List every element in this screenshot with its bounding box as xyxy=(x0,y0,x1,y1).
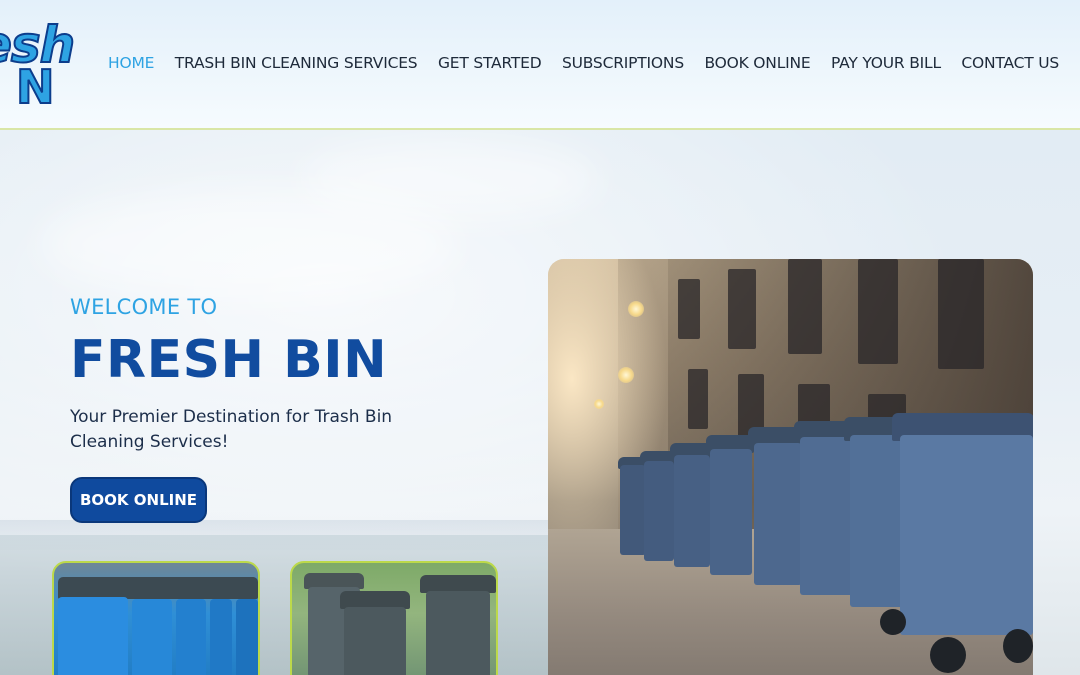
bin-wheel xyxy=(880,609,906,635)
hero-subtitle: Your Premier Destination for Trash Bin C… xyxy=(70,407,393,452)
bin xyxy=(620,465,646,555)
book-online-button[interactable]: BOOK ONLINE xyxy=(70,477,207,523)
logo-text-bottom: N xyxy=(15,59,55,114)
nav-item-contact-us[interactable]: CONTACT US xyxy=(961,54,1059,72)
bin xyxy=(674,455,710,567)
bin xyxy=(426,591,490,675)
bin xyxy=(644,461,674,561)
bin xyxy=(344,607,406,675)
hero-welcome: WELCOME TO xyxy=(70,295,218,319)
bin-lid xyxy=(58,577,258,599)
street-lamp xyxy=(628,301,644,317)
nav-item-home[interactable]: HOME xyxy=(108,54,154,72)
site-header: esh N HOME TRASH BIN CLEANING SERVICES G… xyxy=(0,0,1080,130)
cloud-decoration xyxy=(300,140,600,220)
thumbnail-grey-bins xyxy=(290,561,498,675)
logo[interactable]: esh N xyxy=(0,14,80,114)
street-lamp xyxy=(594,399,604,409)
building-window xyxy=(678,279,700,339)
nav-item-pay-your-bill[interactable]: PAY YOUR BILL xyxy=(831,54,941,72)
main-nav: HOME TRASH BIN CLEANING SERVICES GET STA… xyxy=(108,54,1080,72)
bin xyxy=(132,599,172,675)
bin xyxy=(58,597,128,675)
bin xyxy=(710,449,752,575)
building-window xyxy=(688,369,708,429)
nav-item-trash-bin-cleaning-services[interactable]: TRASH BIN CLEANING SERVICES xyxy=(175,54,418,72)
building-window xyxy=(728,269,756,349)
nav-item-subscriptions[interactable]: SUBSCRIPTIONS xyxy=(562,54,684,72)
building-window xyxy=(788,259,822,354)
bin xyxy=(754,443,802,585)
thumbnail-blue-bins xyxy=(52,561,260,675)
bin xyxy=(900,435,1033,635)
bin xyxy=(800,437,854,595)
nav-item-get-started[interactable]: GET STARTED xyxy=(438,54,542,72)
bin xyxy=(210,599,232,675)
building-window xyxy=(938,259,984,369)
hero-title: FRESH BIN xyxy=(70,330,388,390)
bin xyxy=(176,599,206,675)
building-window xyxy=(858,259,898,364)
street-lamp xyxy=(618,367,634,383)
bin-wheel xyxy=(1003,629,1033,663)
bin-wheel xyxy=(930,637,966,673)
bin xyxy=(236,599,258,675)
hero-photo-street-bins xyxy=(548,259,1033,675)
nav-item-book-online[interactable]: BOOK ONLINE xyxy=(704,54,810,72)
